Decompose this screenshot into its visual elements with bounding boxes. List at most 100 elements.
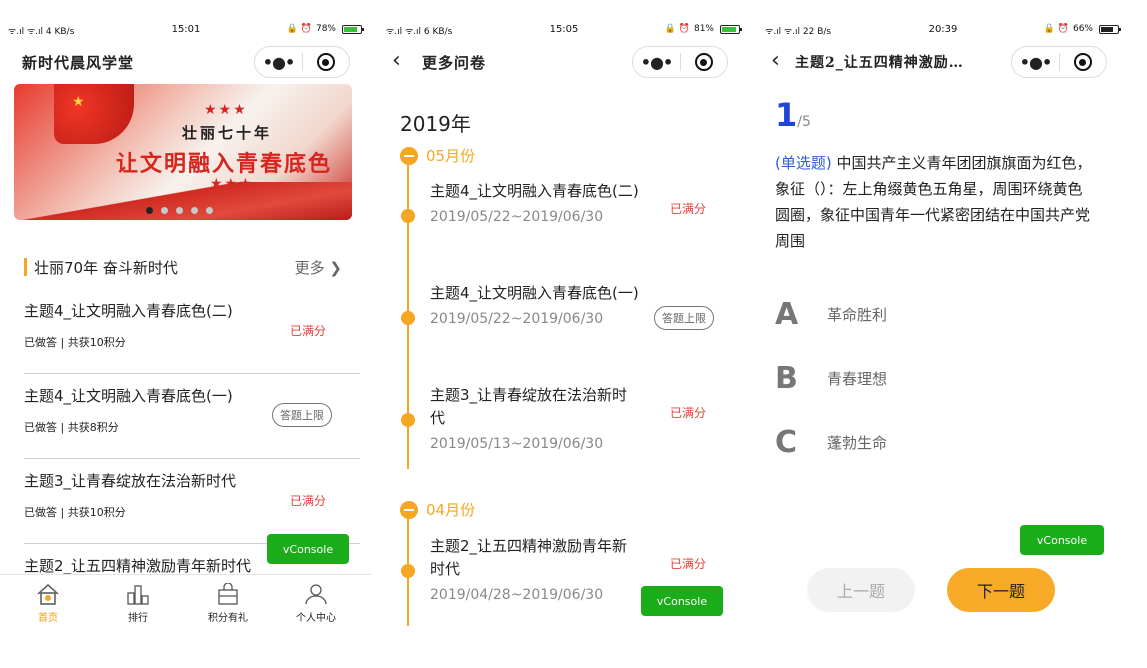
timeline-dot xyxy=(401,311,415,325)
network-speed: ᯤ.ıl ᯤ.ıl 22 B/s xyxy=(765,27,832,37)
status-right: 🔒 ⏰ 81% xyxy=(665,24,742,34)
status-badge: 答题上限 xyxy=(272,403,332,427)
tab-label: 积分有礼 xyxy=(208,613,248,624)
back-arrow-icon[interactable]: ‹ xyxy=(771,48,780,73)
more-link[interactable]: 更多 ❯ xyxy=(295,257,342,278)
question-progress: 1/5 xyxy=(775,96,811,134)
month-header: 04月份 xyxy=(400,499,475,520)
battery-icon xyxy=(1099,24,1121,34)
page-title: 更多问卷 xyxy=(422,54,487,72)
flag-graphic: ★ xyxy=(54,84,134,144)
network-speed: ᯤ.ıl ᯤ.ıl 6 KB/s xyxy=(386,27,453,37)
more-menu-icon[interactable]: •●• xyxy=(633,53,680,72)
title-bar: ‹ 主题2_让五四精神激励… •●• xyxy=(757,44,1129,80)
status-badge: 已满分 xyxy=(289,324,326,338)
status-icons: 🔒 ⏰ xyxy=(1043,24,1069,34)
miniprogram-capsule: •●• xyxy=(254,46,350,78)
year-heading: 2019年 xyxy=(400,112,471,136)
list-item[interactable]: 主题3_让青春绽放在法治新时代 已做答 | 共获10积分 已满分 xyxy=(24,462,360,544)
close-miniprogram-icon[interactable] xyxy=(303,53,349,71)
tab-label: 排行 xyxy=(128,613,148,624)
next-question-button[interactable]: 下一题 xyxy=(947,568,1055,612)
home-screen: ᯤ.ıl ᯤ.ıl 4 KB/s 15:01 🔒 ⏰ 78% 新时代晨风学堂 •… xyxy=(0,0,372,668)
tab-profile[interactable]: 个人中心 xyxy=(284,581,348,624)
miniprogram-capsule: •●• xyxy=(1011,46,1107,78)
status-icons: 🔒 ⏰ xyxy=(286,24,312,34)
back-arrow-icon[interactable]: ‹ xyxy=(392,48,401,73)
status-badge: 答题上限 xyxy=(654,306,714,330)
title-bar: 新时代晨风学堂 •●• xyxy=(0,44,372,80)
timeline-dot xyxy=(401,413,415,427)
question-screen: ᯤ.ıl ᯤ.ıl 22 B/s 20:39 🔒 ⏰ 66% ‹ 主题2_让五四… xyxy=(757,0,1129,668)
timeline-dot xyxy=(401,209,415,223)
section-accent-bar xyxy=(24,258,27,276)
tab-ranking[interactable]: 排行 xyxy=(106,581,170,624)
section-title: 壮丽70年 奋斗新时代 xyxy=(34,259,178,277)
timeline-dot xyxy=(401,564,415,578)
banner-line2: 让文明融入青春底色 xyxy=(116,151,333,177)
carousel-dot[interactable] xyxy=(176,207,183,214)
tab-points-gift[interactable]: 积分有礼 xyxy=(196,581,260,624)
more-link-label: 更多 xyxy=(294,259,325,277)
question-total: /5 xyxy=(797,114,811,130)
carousel-dot[interactable] xyxy=(161,207,168,214)
list-item[interactable]: 主题4_让文明融入青春底色(一) 已做答 | 共获8积分 答题上限 xyxy=(24,377,360,459)
option-a[interactable]: A 革命胜利 xyxy=(775,294,887,334)
entry-title: 主题2_让五四精神激励青年新时代 xyxy=(430,537,628,578)
status-bar: ᯤ.ıl ᯤ.ıl 22 B/s 20:39 🔒 ⏰ 66% xyxy=(757,18,1129,38)
item-title: 主题3_让青春绽放在法治新时代 xyxy=(24,472,237,490)
item-title: 主题2_让五四精神激励青年新时代 xyxy=(24,557,252,575)
month-label: 05月份 xyxy=(426,147,476,165)
section-header: 壮丽70年 奋斗新时代 更多 ❯ xyxy=(24,256,342,278)
carousel-dot[interactable] xyxy=(191,207,198,214)
month-label: 04月份 xyxy=(426,501,476,519)
option-c[interactable]: C 蓬勃生命 xyxy=(775,422,887,462)
banner-line1: 壮丽七十年 xyxy=(182,124,273,142)
previous-question-button[interactable]: 上一题 xyxy=(807,568,915,612)
vconsole-button[interactable]: vConsole xyxy=(1020,525,1104,555)
entry-title: 主题4_让文明融入青春底色(二) xyxy=(430,182,639,200)
clock: 15:01 xyxy=(171,24,201,35)
survey-entry[interactable]: 主题4_让文明融入青春底色(二) 2019/05/22~2019/06/30 已… xyxy=(430,180,730,225)
clock: 20:39 xyxy=(928,24,958,35)
collapse-icon[interactable] xyxy=(400,146,418,165)
survey-entry[interactable]: 主题3_让青春绽放在法治新时代 2019/05/13~2019/06/30 已满… xyxy=(430,384,730,452)
option-key: C xyxy=(775,424,798,460)
survey-entry[interactable]: 主题4_让文明融入青春底色(一) 2019/05/22~2019/06/30 答… xyxy=(430,282,730,330)
option-b[interactable]: B 青春理想 xyxy=(775,358,887,398)
collapse-icon[interactable] xyxy=(400,500,418,519)
option-text: 革命胜利 xyxy=(827,305,888,324)
item-subtitle: 已做答 | 共获8积分 xyxy=(24,421,119,434)
carousel-dot[interactable] xyxy=(206,207,213,214)
battery-icon xyxy=(720,24,742,34)
close-miniprogram-icon[interactable] xyxy=(681,53,727,71)
list-item[interactable]: 主题4_让文明融入青春底色(二) 已做答 | 共获10积分 已满分 xyxy=(24,292,360,374)
question-text: (单选题) 中国共产主义青年团团旗旗面为红色，象征（）：左上角缀黄色五角星，周围… xyxy=(775,150,1093,254)
option-key: B xyxy=(775,360,798,396)
carousel-indicator xyxy=(146,207,213,214)
stars-top: ★★★ xyxy=(204,102,248,118)
month-header: 05月份 xyxy=(400,145,475,166)
tab-label: 个人中心 xyxy=(296,613,336,624)
more-menu-icon[interactable]: •●• xyxy=(255,53,302,72)
status-badge: 已满分 xyxy=(669,202,706,216)
option-text: 青春理想 xyxy=(827,369,888,388)
item-title: 主题4_让文明融入青春底色(二) xyxy=(24,302,233,320)
battery-percent: 66% xyxy=(1072,24,1093,34)
status-bar: ᯤ.ıl ᯤ.ıl 4 KB/s 15:01 🔒 ⏰ 78% xyxy=(0,18,372,38)
option-text: 蓬勃生命 xyxy=(827,433,888,452)
close-miniprogram-icon[interactable] xyxy=(1060,53,1106,71)
question-index: 1 xyxy=(775,96,798,134)
banner-carousel[interactable]: ★ ★★★ 壮丽七十年 让文明融入青春底色 ★★★ xyxy=(14,84,352,220)
home-icon xyxy=(16,581,80,605)
option-key: A xyxy=(775,296,799,332)
status-bar: ᯤ.ıl ᯤ.ıl 6 KB/s 15:05 🔒 ⏰ 81% xyxy=(378,18,750,38)
more-menu-icon[interactable]: •●• xyxy=(1012,53,1059,72)
entry-title: 主题3_让青春绽放在法治新时代 xyxy=(430,386,628,427)
item-subtitle: 已做答 | 共获10积分 xyxy=(24,506,126,519)
vconsole-button[interactable]: vConsole xyxy=(641,586,723,616)
tab-home[interactable]: 首页 xyxy=(16,581,80,624)
carousel-dot[interactable] xyxy=(146,207,153,214)
vconsole-button[interactable]: vConsole xyxy=(267,534,349,564)
user-icon xyxy=(284,581,348,605)
